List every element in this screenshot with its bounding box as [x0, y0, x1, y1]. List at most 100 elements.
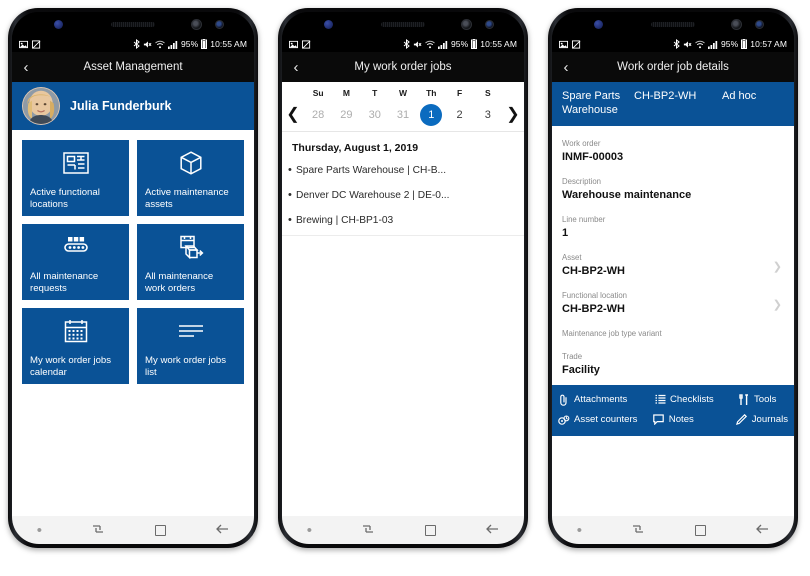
list-item[interactable]: Denver DC Warehouse 2 | DE-0...: [282, 183, 524, 208]
phone-sensor-bar: [12, 12, 254, 36]
action-tools[interactable]: Tools: [738, 394, 776, 406]
back-chevron-icon[interactable]: ‹: [12, 60, 40, 75]
calendar-day[interactable]: 28: [304, 109, 332, 121]
action-notes[interactable]: Notes: [653, 414, 736, 426]
counter-icon: [558, 415, 570, 425]
avatar: [22, 87, 60, 125]
job-header-strip: Spare Parts Warehouse CH-BP2-WH Ad hoc: [552, 82, 794, 126]
tile-label: Active maintenance assets: [145, 187, 229, 210]
field-work-order: Work order INMF-00003: [562, 134, 784, 172]
page-title: My work order jobs: [354, 61, 452, 73]
day-header: M: [342, 88, 350, 98]
list-item[interactable]: Spare Parts Warehouse | CH-B...: [282, 158, 524, 183]
work-order-icon: [145, 232, 236, 262]
nav-dot-icon: •: [306, 521, 312, 539]
tile-label: Active functional locations: [30, 187, 100, 210]
action-asset-counters[interactable]: Asset counters: [558, 414, 653, 425]
screenshot-icon: [572, 39, 581, 49]
chevron-right-icon: ❯: [772, 298, 782, 311]
screen-work-order-jobs: Su M T W Th F S ❮ 28 29 30 31 1 2 3 ❯ Th…: [282, 82, 524, 516]
battery-icon: [741, 39, 748, 49]
field-label: Trade: [562, 351, 583, 361]
next-week-chevron-icon[interactable]: ❯: [502, 106, 524, 123]
note-icon: [653, 414, 665, 426]
back-icon[interactable]: [215, 523, 229, 537]
battery-percent-label: 95%: [720, 39, 739, 49]
field-functional-location[interactable]: Functional location CH-BP2-WH ❯: [562, 286, 784, 324]
system-nav-bar: •: [12, 516, 254, 544]
calendar-icon: [30, 316, 121, 346]
action-attachments[interactable]: Attachments: [558, 394, 654, 406]
signal-icon: [437, 40, 448, 49]
user-banner[interactable]: Julia Funderburk: [12, 82, 254, 130]
bluetooth-icon: [403, 39, 410, 49]
action-checklists[interactable]: Checklists: [654, 394, 738, 405]
home-icon[interactable]: [154, 524, 166, 536]
battery-icon: [201, 39, 208, 49]
earpiece-speaker-icon: [381, 21, 425, 27]
calendar-day[interactable]: 30: [361, 109, 389, 121]
calendar-day-selected[interactable]: 1: [417, 103, 445, 126]
action-journals[interactable]: Journals: [736, 414, 788, 426]
app-bar: ‹ Work order job details: [552, 52, 794, 82]
field-label: Description: [562, 176, 601, 186]
back-chevron-icon[interactable]: ‹: [552, 60, 580, 75]
tile-all-maintenance-requests[interactable]: All maintenance requests: [22, 224, 129, 300]
recents-icon[interactable]: [361, 522, 375, 538]
back-icon[interactable]: [755, 523, 769, 537]
home-icon[interactable]: [424, 524, 436, 536]
action-label: Tools: [754, 394, 777, 406]
status-bar: 95% 10:57 AM: [552, 36, 794, 52]
front-camera-icon: [191, 18, 202, 30]
tile-all-maintenance-work-orders[interactable]: All maintenance work orders: [137, 224, 244, 300]
screenshot-icon: [32, 39, 41, 49]
battery-percent-label: 95%: [180, 39, 199, 49]
field-value: INMF-00003: [562, 151, 624, 164]
field-line-number: Line number 1: [562, 210, 784, 248]
notification-led-icon: [594, 19, 603, 29]
bluetooth-icon: [673, 39, 680, 49]
field-description: Description Warehouse maintenance: [562, 172, 784, 210]
screen-job-details: Spare Parts Warehouse CH-BP2-WH Ad hoc W…: [552, 82, 794, 516]
day-header: S: [485, 88, 491, 98]
action-bar: Attachments Checklists Tools Asset count…: [552, 384, 794, 436]
recents-icon[interactable]: [631, 522, 645, 538]
recents-icon[interactable]: [91, 522, 105, 538]
tile-label: All maintenance requests: [30, 271, 99, 294]
phone-sensor-bar: [282, 12, 524, 36]
action-label: Checklists: [670, 394, 714, 406]
field-label: Work order: [562, 139, 601, 148]
calendar-day[interactable]: 2: [445, 109, 473, 121]
phone-job-details: 95% 10:57 AM ‹ Work order job details Sp…: [548, 8, 798, 548]
field-trade: Trade Facility: [562, 347, 784, 385]
home-icon[interactable]: [694, 524, 706, 536]
battery-icon: [471, 39, 478, 49]
phone-sensor-bar: [552, 12, 794, 36]
back-icon[interactable]: [485, 523, 499, 537]
tile-grid: Active functional locations Active maint…: [12, 130, 254, 384]
clock-label: 10:55 AM: [210, 39, 247, 49]
prev-week-chevron-icon[interactable]: ❮: [282, 106, 304, 123]
tile-active-maintenance-assets[interactable]: Active maintenance assets: [137, 140, 244, 216]
tile-active-functional-locations[interactable]: Active functional locations: [22, 140, 129, 216]
action-label: Asset counters: [574, 414, 638, 426]
field-label: Line number: [562, 214, 606, 224]
screenshot-icon: [302, 39, 311, 49]
back-chevron-icon[interactable]: ‹: [282, 60, 310, 75]
system-nav-bar: •: [282, 516, 524, 544]
action-label: Notes: [668, 414, 694, 426]
day-header: Su: [312, 88, 324, 98]
clock-label: 10:55 AM: [480, 39, 517, 49]
calendar-day[interactable]: 29: [332, 109, 360, 121]
battery-percent-label: 95%: [450, 39, 469, 49]
list-item[interactable]: Brewing | CH-BP1-03: [282, 208, 524, 233]
wifi-icon: [695, 40, 705, 49]
tile-my-work-order-jobs-calendar[interactable]: My work order jobs calendar: [22, 308, 129, 384]
earpiece-speaker-icon: [111, 21, 155, 27]
field-asset[interactable]: Asset CH-BP2-WH ❯: [562, 248, 784, 286]
tile-my-work-order-jobs-list[interactable]: My work order jobs list: [137, 308, 244, 384]
calendar-day[interactable]: 3: [474, 109, 502, 121]
day-header: W: [398, 88, 407, 98]
field-value: CH-BP2-WH: [562, 303, 625, 315]
calendar-day[interactable]: 31: [389, 109, 417, 121]
